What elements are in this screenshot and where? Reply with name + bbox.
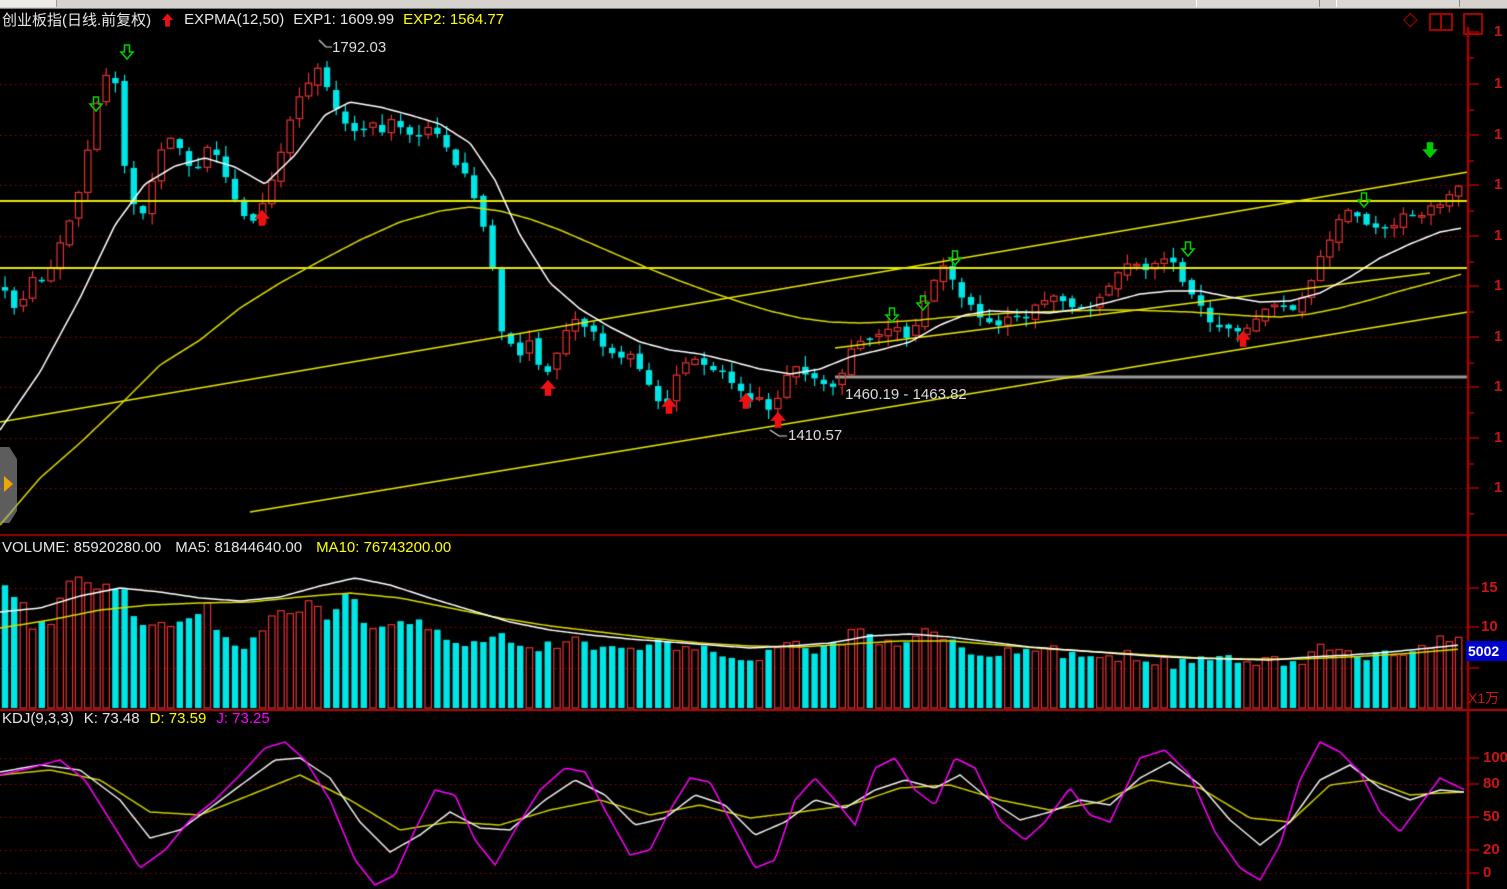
kdj-axis-label: 0 [1483,864,1491,881]
kdj-j-value: J: 73.25 [216,710,269,727]
buy-signal-arrow [661,398,677,419]
current-volume-badge: 5002 [1466,641,1507,661]
kdj-d-value: D: 73.59 [150,710,207,727]
sell-signal-arrow [1356,192,1372,213]
peak-price-annotation: 1792.03 [332,39,386,56]
exp2-value: EXP2: 1564.77 [403,11,504,28]
exp1-value: EXP1: 1609.99 [293,11,394,28]
sell-signal-arrow [884,307,900,328]
kdj-header: KDJ(9,3,3) K: 73.48 D: 73.59 J: 73.25 [2,710,270,727]
symbol-title: 创业板指(日线.前复权) [2,9,151,30]
volume-value: VOLUME: 85920280.00 [2,539,161,556]
price-axis-label: 1 [1494,378,1502,395]
kdj-axis-label: 50 [1483,808,1500,825]
buy-signal-arrow [254,210,270,231]
price-axis-label: 1 [1494,23,1502,40]
volume-axis-label: 10 [1481,618,1498,635]
price-axis-label: 1 [1494,126,1502,143]
price-axis-label: 1 [1494,277,1502,294]
kdj-axis-label: 80 [1483,775,1500,792]
volume-ma5-value: MA5: 81844640.00 [175,539,302,556]
sell-signal-arrow [915,295,931,316]
buy-signal-arrow [770,412,786,433]
price-axis-label: 1 [1494,227,1502,244]
kdj-axis-label: 20 [1483,841,1500,858]
kdj-axis-label: 100 [1483,749,1507,766]
scroll-left-handle[interactable] [0,447,17,523]
price-axis-label: 1 [1494,328,1502,345]
volume-unit-label: X1万 [1468,688,1499,708]
sell-signal-solid-arrow [1422,142,1438,163]
gap-range-annotation: 1460.19 - 1463.82 [845,386,967,403]
volume-header: VOLUME: 85920280.00 MA5: 81844640.00 MA1… [2,539,451,556]
stock-chart-app: 创业板指(日线.前复权) EXPMA(12,50) EXP1: 1609.99 … [0,0,1507,889]
indicator-name: EXPMA(12,50) [184,11,284,28]
sell-signal-arrow [1180,241,1196,262]
sell-signal-arrow [88,96,104,117]
up-arrow-icon [160,12,175,28]
diamond-icon[interactable]: ◇ [1403,9,1418,31]
price-axis-label: 1 [1494,75,1502,92]
chart-canvas[interactable] [0,0,1507,889]
sell-signal-arrow [947,250,963,271]
buy-signal-arrow [1235,331,1251,352]
volume-axis-label: 15 [1481,579,1498,596]
right-triangle-icon [4,476,13,492]
price-axis-label: 1 [1494,429,1502,446]
square-marker-icon[interactable] [1463,13,1483,35]
price-axis-label: 1 [1494,479,1502,496]
kdj-k-value: K: 73.48 [84,710,140,727]
volume-ma10-value: MA10: 76743200.00 [316,539,451,556]
main-chart-header: 创业板指(日线.前复权) EXPMA(12,50) EXP1: 1609.99 … [2,10,504,28]
sell-signal-arrow [119,44,135,65]
low-price-annotation: 1410.57 [788,427,842,444]
buy-signal-arrow [738,393,754,414]
kdj-name: KDJ(9,3,3) [2,710,74,727]
price-axis-label: 1 [1494,176,1502,193]
tile-windows-icon[interactable] [1440,13,1453,31]
buy-signal-arrow [540,380,556,401]
